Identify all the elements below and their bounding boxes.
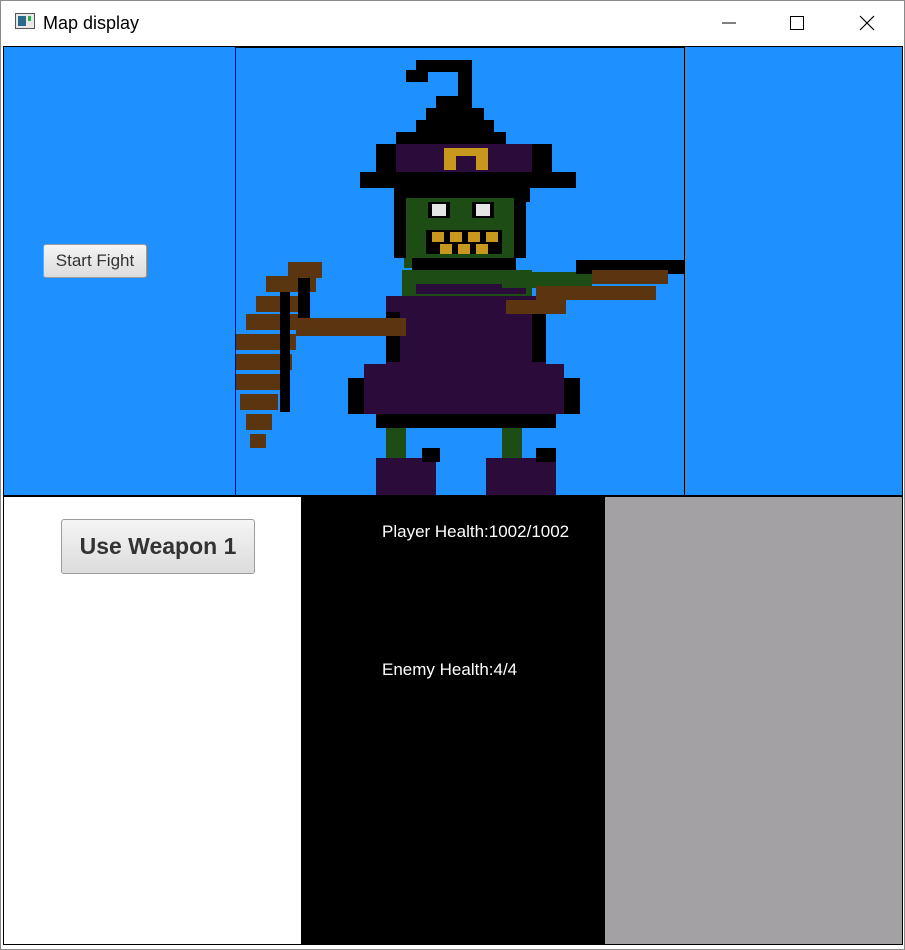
window-title: Map display: [43, 13, 140, 33]
enemy-sprite-frame: [235, 47, 685, 496]
player-health-text: Player Health:1002/1002: [382, 522, 570, 541]
hat: [360, 60, 576, 188]
start-fight-button[interactable]: Start Fight: [43, 244, 147, 278]
close-icon: [859, 15, 875, 31]
app-window: Map display Start Fight Use Weapon 1 Pla…: [0, 0, 905, 950]
minimize-button[interactable]: [695, 1, 763, 45]
goblin-body: [348, 260, 684, 414]
maximize-button[interactable]: [763, 1, 831, 45]
actions-panel: Use Weapon 1: [3, 496, 302, 945]
use-weapon-1-button[interactable]: Use Weapon 1: [61, 519, 255, 574]
close-button[interactable]: [833, 1, 901, 45]
empty-right-panel: [604, 496, 903, 945]
witch-goblin-sprite: [236, 60, 684, 495]
enemy-health-text: Enemy Health:4/4: [382, 660, 518, 679]
minimize-icon: [722, 22, 736, 24]
map-top-pane: Start Fight: [3, 46, 903, 496]
goblin-head: [394, 188, 530, 272]
title-bar[interactable]: Map display: [1, 1, 904, 45]
app-window-icon: [15, 13, 35, 29]
maximize-icon: [790, 16, 804, 30]
content-area: Start Fight Use Weapon 1 Player Health:1…: [3, 46, 903, 946]
goblin-legs: [376, 414, 556, 495]
stats-panel: Player Health:1002/1002 Enemy Health:4/4: [302, 496, 604, 945]
